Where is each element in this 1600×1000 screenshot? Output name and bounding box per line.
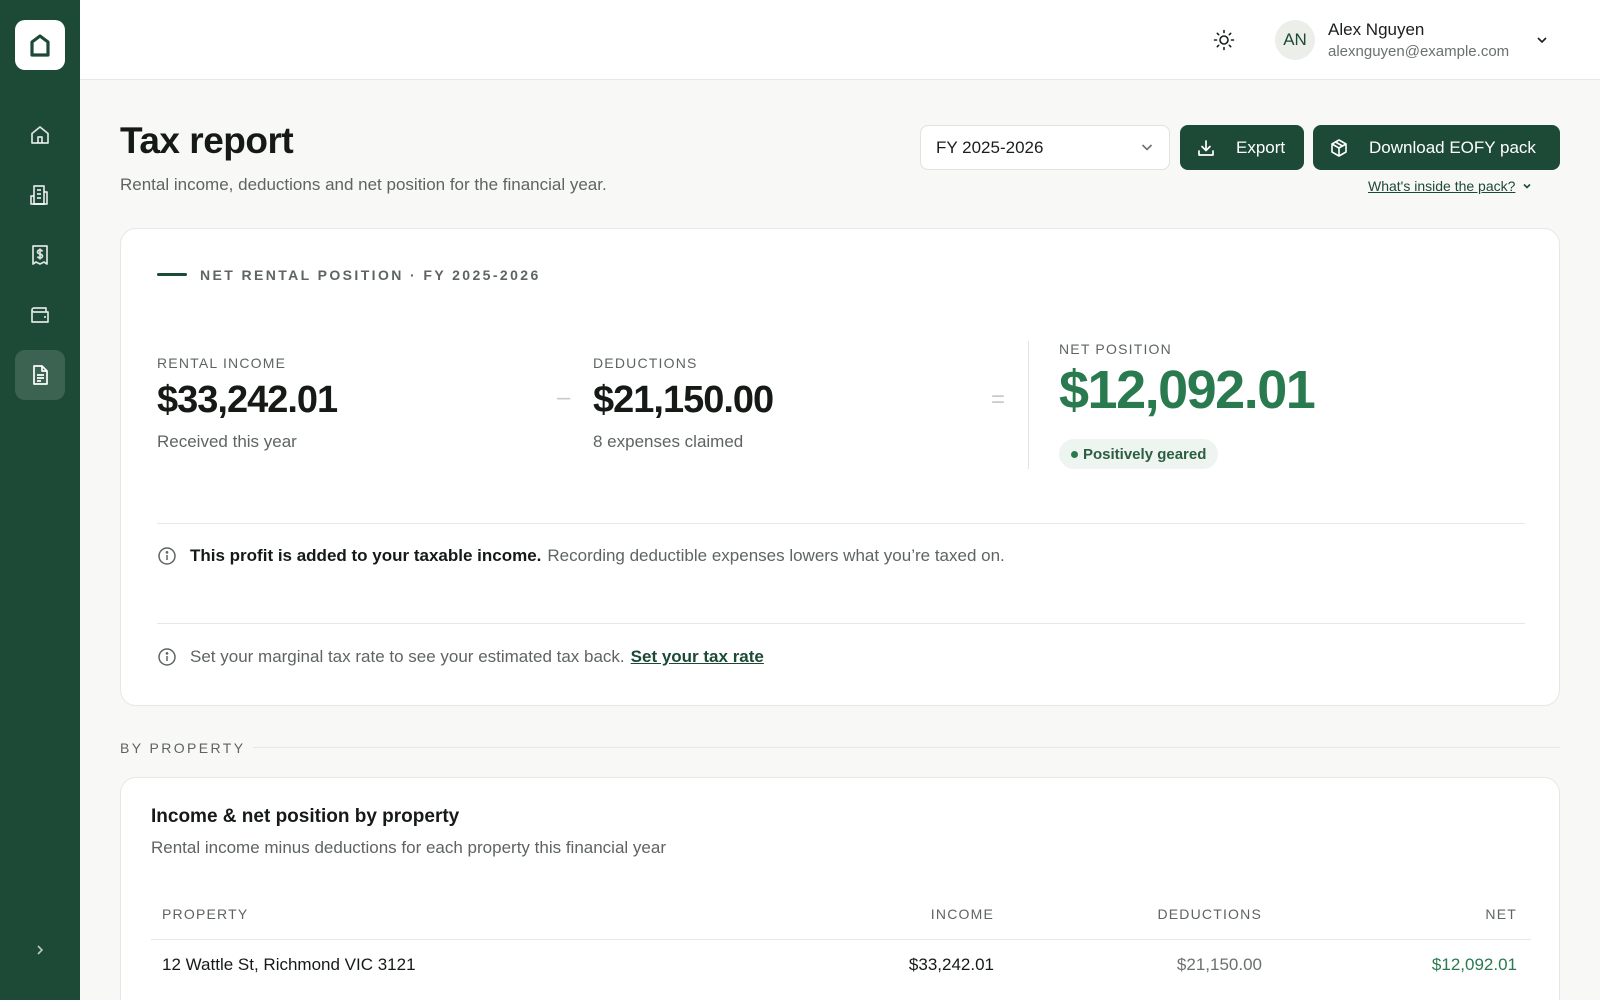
user-name: Alex Nguyen [1328,20,1425,39]
rental-income-label: RENTAL INCOME [157,355,287,371]
building-icon [30,185,48,205]
taxable-income-note-text: Recording deductible expenses lowers wha… [547,546,1005,565]
deductions-cell: $21,150.00 [1176,955,1262,974]
card-divider [157,623,1525,624]
whats-inside-pack-label: What's inside the pack? [1368,178,1516,194]
minus-operator: – [557,384,571,411]
net-position-label: NET POSITION [1059,341,1172,357]
sidebar-item-home[interactable] [15,110,65,160]
sidebar-item-wallet[interactable] [15,290,65,340]
status-badge-label: Positively geared [1083,445,1207,463]
wallet-icon [31,307,49,323]
equals-operator: = [991,386,1006,413]
receipt-dollar-icon [32,245,48,265]
eyebrow-accent-bar [157,273,187,276]
app-logo[interactable] [15,20,65,70]
property-table-title: Income & net position by property [151,806,460,827]
column-header-income[interactable]: INCOME [931,906,994,922]
income-cell: $33,242.01 [908,955,994,974]
status-dot [1071,451,1078,458]
chevron-right-icon [37,945,44,955]
top-header: AN Alex Nguyen alexnguyen@example.com [80,0,1600,80]
sun-icon [1213,29,1235,51]
card-divider [157,523,1525,524]
section-divider [253,747,1560,748]
deductions-value: $21,150.00 [593,379,774,421]
sidebar-item-reports[interactable] [15,350,65,400]
download-eofy-pack-button[interactable]: Download EOFY pack [1313,125,1560,170]
page-subtitle: Rental income, deductions and net positi… [120,175,607,194]
info-icon [157,647,177,667]
by-property-section-label: BY PROPERTY [120,740,246,756]
chevron-down-icon [1523,183,1531,189]
home-icon [31,126,49,144]
property-table-card: Income & net position by property Rental… [120,777,1560,1000]
whats-inside-pack-link[interactable]: What's inside the pack? [1368,178,1533,194]
status-badge: Positively geared [1059,439,1219,469]
user-email: alexnguyen@example.com [1328,43,1510,60]
rental-income-value: $33,242.01 [157,379,338,421]
taxable-income-note: This profit is added to your taxable inc… [157,546,1005,566]
net-position-value: $12,092.01 [1059,360,1316,420]
download-icon [1196,138,1216,158]
net-position-card: NET RENTAL POSITION · FY 2025-2026 RENTA… [120,228,1560,706]
deductions-caption: 8 expenses claimed [593,432,744,451]
avatar[interactable]: AN [1275,20,1315,60]
theme-toggle-button[interactable] [1210,26,1238,54]
sidebar [0,0,80,1000]
page-title: Tax report [120,120,294,161]
info-icon [157,546,177,566]
export-label: Export [1236,137,1286,157]
rental-income-caption: Received this year [157,432,297,451]
column-header-property[interactable]: PROPERTY [162,906,248,922]
set-tax-rate-link[interactable]: Set your tax rate [631,647,764,667]
export-button[interactable]: Export [1180,125,1304,170]
table-header-rule [151,939,1531,940]
tax-rate-note-text: Set your marginal tax rate to see your e… [190,647,625,666]
net-divider [1028,341,1029,469]
column-header-net[interactable]: NET [1485,906,1517,922]
deductions-label: DEDUCTIONS [593,355,698,371]
financial-year-select[interactable]: FY 2025-2026 [920,125,1170,170]
package-icon [1329,138,1349,158]
taxable-income-note-bold: This profit is added to your taxable inc… [190,546,542,565]
chevron-down-icon [1537,37,1547,44]
sidebar-item-properties[interactable] [15,170,65,220]
sidebar-item-transactions[interactable] [15,230,65,280]
column-header-deductions[interactable]: DEDUCTIONS [1157,906,1262,922]
chevron-down-icon [1139,139,1155,160]
card-eyebrow: NET RENTAL POSITION · FY 2025-2026 [200,267,541,283]
property-table-subtitle: Rental income minus deductions for each … [151,838,666,857]
document-icon [33,365,48,385]
tax-rate-note: Set your marginal tax rate to see your e… [157,647,764,667]
sidebar-collapse-button[interactable] [25,935,55,965]
net-cell: $12,092.01 [1431,955,1517,974]
user-menu-toggle[interactable] [1532,30,1552,50]
financial-year-value: FY 2025-2026 [936,137,1044,157]
house-logo-icon [30,34,50,57]
download-eofy-pack-label: Download EOFY pack [1369,137,1536,157]
property-address-cell: 12 Wattle St, Richmond VIC 3121 [162,955,416,974]
